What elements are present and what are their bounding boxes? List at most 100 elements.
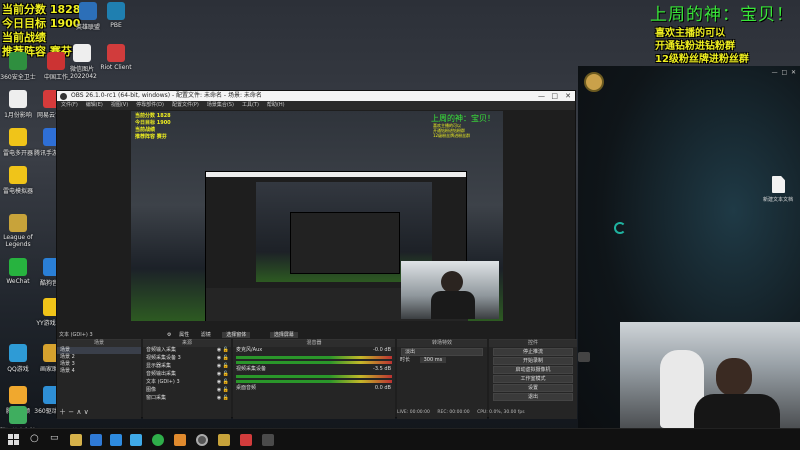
visibility-icon[interactable]: ◉ 🔓 [217, 371, 229, 378]
visibility-icon[interactable]: ◉ 🔓 [217, 387, 229, 394]
document-icon[interactable] [772, 176, 785, 193]
app-icon [9, 90, 27, 108]
maximize-icon[interactable]: □ [551, 91, 558, 101]
chat-icon[interactable] [578, 352, 590, 362]
desktop-icon[interactable]: 360安全卫士 [0, 52, 36, 81]
overlay-weekly-top-title: 上周的神：宝贝！ [650, 5, 794, 25]
avatar [584, 72, 604, 92]
desktop-icon[interactable]: 雷电模拟器 [0, 166, 36, 195]
source-item[interactable]: 音频输出采集 ◉ 🔓 [143, 371, 231, 379]
scene-item[interactable]: 场景 2 [57, 354, 141, 361]
control-button[interactable]: 退出 [493, 393, 573, 401]
desktop-icon[interactable]: 微信图片_2022042 [64, 44, 100, 80]
mixer-dock-title: 混音器 [233, 340, 395, 347]
visibility-icon[interactable]: ◉ 🔓 [217, 395, 229, 402]
menu-item[interactable]: 文件(F) [61, 102, 78, 108]
visibility-icon[interactable]: ◉ 🔓 [217, 355, 229, 362]
close-icon[interactable]: ✕ [565, 91, 571, 101]
obs-preview[interactable]: 当前分数 1828 今日目标 1900 当前战绩 推荐阵容 赛芬 上周的神：宝贝… [131, 111, 503, 321]
desktop-icon[interactable]: WeChat [0, 258, 36, 285]
source-item[interactable]: 文本 (GDI+) 3 ◉ 🔓 [143, 379, 231, 387]
desktop-icon[interactable]: QQ游戏 [0, 344, 36, 373]
menu-item[interactable]: 配置文件(P) [172, 102, 199, 108]
source-item[interactable]: 显示器采集 ◉ 🔓 [143, 363, 231, 371]
desktop-icon-label: 雷电多开器 [2, 150, 33, 157]
streamer-body [694, 394, 780, 428]
scene-item[interactable]: 场景 [57, 347, 141, 354]
minimize-icon[interactable]: — [538, 91, 545, 101]
mixer-channel-2: 视频采集设备 -3.5 dB [236, 366, 391, 372]
control-button[interactable]: 开始录制 [493, 357, 573, 365]
obs-title: OBS 26.1.0-rc1 (64-bit, windows) - 配置文件:… [71, 92, 262, 99]
menu-item[interactable]: 工具(T) [242, 102, 259, 108]
audio-meter-2[interactable] [236, 375, 392, 378]
obs-taskbar-icon[interactable] [196, 434, 208, 446]
app-icon-2[interactable] [262, 434, 274, 446]
select-screen-button[interactable]: 选择屏幕 [269, 332, 298, 338]
menu-item[interactable]: 视图(V) [111, 102, 128, 108]
menu-item[interactable]: 帮助(H) [267, 102, 285, 108]
scenes-dock-title: 场景 [57, 340, 141, 347]
task-view-icon[interactable]: ▭ [50, 433, 59, 443]
transitions-dock: 转场特效 淡出 时长 300 ms [397, 339, 487, 419]
app-icon [9, 52, 27, 70]
obs-titlebar[interactable]: OBS 26.1.0-rc1 (64-bit, windows) - 配置文件:… [57, 91, 575, 101]
obs-window[interactable]: OBS 26.1.0-rc1 (64-bit, windows) - 配置文件:… [56, 90, 577, 419]
desktop-icon[interactable]: League of Legends [0, 214, 36, 248]
right-doc-label: 新建文本文档 [762, 197, 793, 203]
visibility-icon[interactable]: ◉ 🔓 [217, 347, 229, 354]
search-icon[interactable]: ○ [30, 433, 39, 444]
loading-spinner-icon [614, 222, 626, 234]
window-controls[interactable]: — □ ✕ [772, 69, 796, 76]
duration-input[interactable]: 300 ms [419, 357, 447, 363]
windows-start-icon[interactable] [8, 434, 19, 445]
desktop-icon-label: WeChat [6, 278, 30, 285]
league-taskbar-icon[interactable] [218, 434, 230, 446]
app-icon [73, 44, 91, 62]
edge-icon[interactable] [110, 434, 122, 446]
desktop-icon-label: 微信图片_2022042 [67, 66, 97, 80]
source-toolbar: ⚙ 属性 滤镜 选择窗体 选择屏幕 [167, 331, 467, 339]
app-icon [9, 344, 27, 362]
visibility-icon[interactable]: ◉ 🔓 [217, 363, 229, 370]
sources-dock: 来源 音频输入采集 ◉ 🔓 视频采集设备 3 ◉ 🔓 显示器采集 ◉ 🔓 音频输出采集 ◉ 🔓… [143, 339, 231, 419]
control-button[interactable]: 设置 [493, 384, 573, 392]
desktop-icon-label: League of Legends [3, 234, 33, 248]
desktop-icon-label: Riot Client [100, 64, 132, 71]
menu-item[interactable]: 停靠部件(D) [136, 102, 164, 108]
desktop-icon[interactable]: 1月份影响 [0, 90, 36, 119]
scene-item[interactable]: 场景 4 [57, 368, 141, 375]
scene-controls[interactable]: ＋ − ∧ ∨ [59, 407, 89, 417]
scene-item[interactable]: 场景 3 [57, 361, 141, 368]
store-icon[interactable] [90, 434, 102, 446]
control-button[interactable]: 启动虚拟摄像机 [493, 366, 573, 374]
properties-button[interactable]: 属性 [179, 332, 189, 338]
control-button[interactable]: 工作室模式 [493, 375, 573, 383]
riot-taskbar-icon[interactable] [240, 434, 252, 446]
source-item[interactable]: 视频采集设备 3 ◉ 🔓 [143, 355, 231, 363]
transition-select[interactable]: 淡出 [401, 348, 483, 356]
filters-button[interactable]: 滤镜 [201, 332, 211, 338]
app-icon [9, 406, 27, 424]
menu-item[interactable]: 场景集合(S) [207, 102, 234, 108]
file-explorer-icon[interactable] [70, 434, 82, 446]
desktop-icon[interactable]: 英雄联盟 [70, 2, 106, 31]
browser-icon[interactable] [130, 434, 142, 446]
desktop-icon[interactable]: Riot Client [98, 44, 134, 71]
audio-meter-1[interactable] [236, 356, 392, 359]
source-item[interactable]: 窗口采集 ◉ 🔓 [143, 395, 231, 403]
gear-icon[interactable]: ⚙ [167, 332, 171, 338]
select-window-button[interactable]: 选择窗体 [222, 332, 251, 338]
obs-menubar: 文件(F) 编辑(E) 视图(V) 停靠部件(D) 配置文件(P) 场景集合(S) 工具(T… [57, 101, 575, 110]
app-icon-1[interactable] [174, 434, 186, 446]
source-item[interactable]: 音频输入采集 ◉ 🔓 [143, 347, 231, 355]
app-icon [107, 44, 125, 62]
desktop-icon[interactable]: 雷电多开器 [0, 128, 36, 157]
visibility-icon[interactable]: ◉ 🔓 [217, 379, 229, 386]
source-item[interactable]: 图像 ◉ 🔓 [143, 387, 231, 395]
control-button[interactable]: 停止推流 [493, 348, 573, 356]
menu-item[interactable]: 编辑(E) [86, 102, 103, 108]
app-icon [47, 52, 65, 70]
obs-logo-icon [60, 93, 67, 100]
chrome-icon[interactable] [152, 434, 164, 446]
